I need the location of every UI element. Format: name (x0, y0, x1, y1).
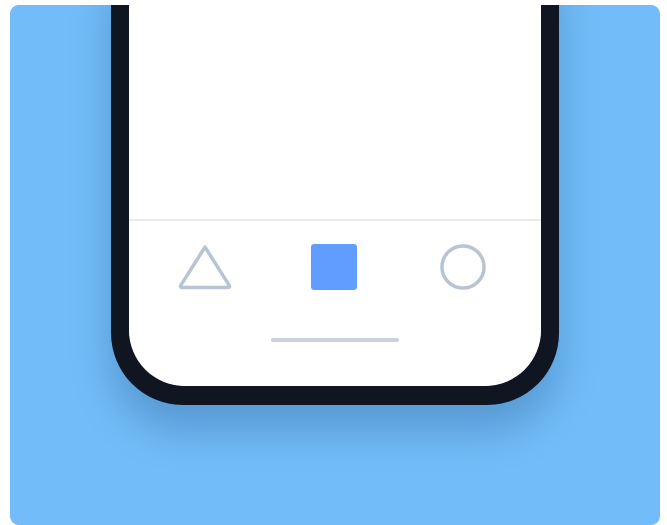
tab-square[interactable] (302, 239, 366, 295)
screen-content (129, 5, 541, 219)
triangle-icon (178, 245, 232, 290)
phone-frame (111, 5, 559, 405)
showcase-background (10, 5, 660, 525)
phone-screen (129, 5, 541, 386)
tab-circle[interactable] (431, 239, 495, 295)
bottom-tab-bar (129, 219, 541, 386)
tab-triangle[interactable] (173, 239, 237, 295)
circle-icon (440, 244, 486, 290)
square-icon (311, 244, 357, 290)
home-indicator[interactable] (271, 338, 399, 342)
